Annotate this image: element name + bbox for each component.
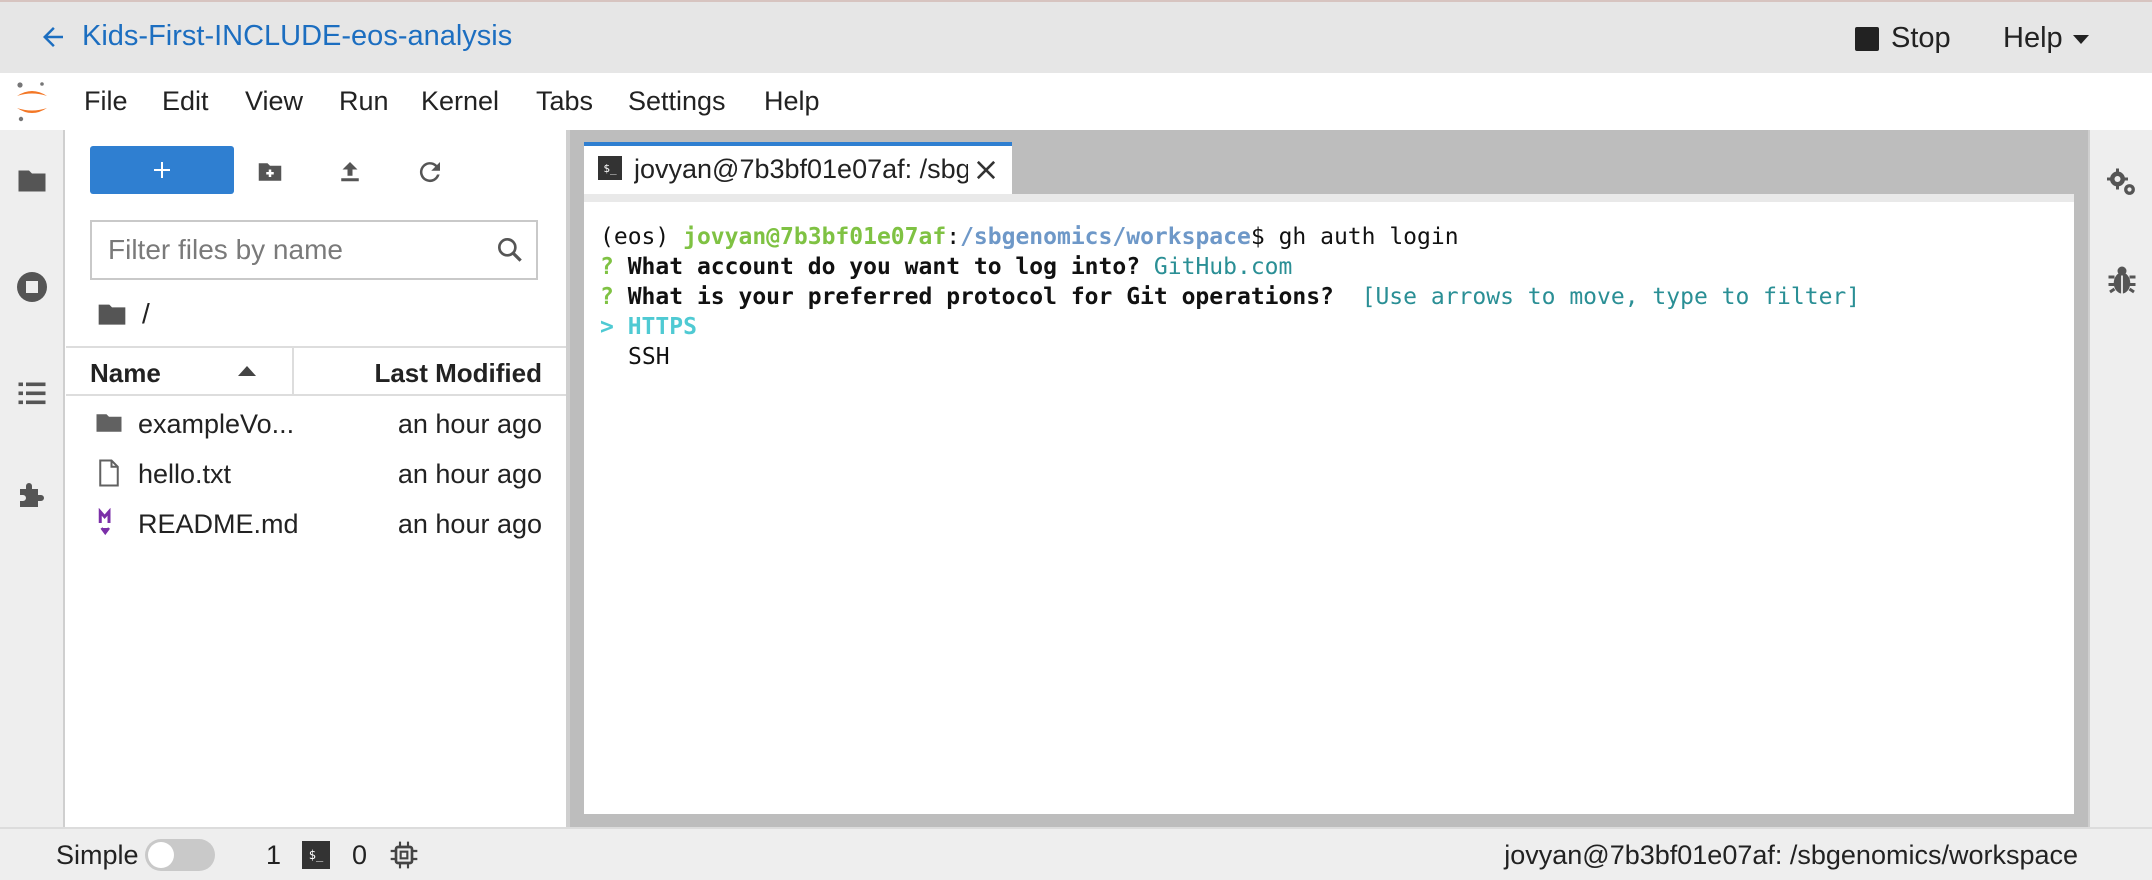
toggle-knob [148, 842, 174, 868]
hint-text: [Use arrows to move, type to filter] [1361, 284, 1861, 310]
status-terminal-path: jovyan@7b3bf01e07af: /sbgenomics/workspa… [1504, 840, 2078, 870]
search-icon [498, 238, 522, 262]
project-title: Kids-First-INCLUDE-eos-analysis [82, 20, 513, 52]
new-folder-button[interactable] [254, 156, 286, 188]
conda-env: (eos) [600, 224, 684, 250]
menu-edit[interactable]: Edit [162, 86, 209, 117]
right-sidebar-tabs [2088, 130, 2152, 827]
upload-button[interactable] [334, 156, 366, 188]
jupyter-logo-icon [17, 82, 47, 122]
plus-icon [154, 162, 170, 178]
prompt-separator: : [946, 224, 961, 250]
menu-file[interactable]: File [84, 86, 128, 117]
top-bar: Kids-First-INCLUDE-eos-analysis Stop Hel… [0, 0, 2152, 73]
file-modified: an hour ago [397, 409, 542, 439]
main-dock-area: $_ jovyan@7b3bf01e07af: /sbgenomics/work… [570, 130, 2088, 827]
back-to-project-link[interactable]: Kids-First-INCLUDE-eos-analysis [38, 20, 512, 53]
terminal-line: SSH [628, 342, 670, 372]
arrow-left-icon [43, 26, 63, 47]
question-text: What account do you want to log into? [627, 254, 1154, 280]
terminal-command: gh auth login [1278, 224, 1459, 250]
refresh-icon [419, 162, 440, 183]
terminal-line: (eos) jovyan@7b3bf01e07af:/sbgenomics/wo… [600, 222, 1459, 252]
terminal-view[interactable]: (eos) jovyan@7b3bf01e07af:/sbgenomics/wo… [584, 194, 2074, 814]
stop-label: Stop [1891, 22, 1951, 54]
left-sidebar-tabs [0, 130, 65, 827]
running-sessions-tab[interactable] [13, 268, 51, 306]
new-launcher-button[interactable] [90, 146, 234, 194]
file-name: exampleVo... [138, 409, 295, 439]
help-dropdown[interactable]: Help [2003, 22, 2089, 55]
breadcrumb[interactable]: / [96, 298, 150, 330]
question-mark: ? [600, 254, 628, 280]
filter-files-input[interactable] [106, 232, 486, 268]
breadcrumb-path: / [142, 298, 150, 329]
filter-box [90, 220, 538, 280]
option-https: HTTPS [627, 314, 697, 340]
refresh-button[interactable] [414, 156, 446, 188]
file-modified: an hour ago [397, 509, 542, 539]
upload-icon [341, 162, 359, 182]
option-ssh: SSH [628, 344, 670, 370]
new-folder-icon [258, 163, 282, 181]
file-browser-panel: / Name Last Modified exampleVo... an hou… [66, 130, 566, 827]
menu-view[interactable]: View [245, 86, 303, 117]
prompt-user-host: jovyan@7b3bf01e07af [683, 224, 947, 250]
terminal-tab[interactable]: $_ jovyan@7b3bf01e07af: /sbgenomics/work… [584, 142, 1012, 194]
table-of-contents-tab[interactable] [13, 374, 51, 412]
markdown-icon [98, 508, 111, 536]
running-kernels-count[interactable]: 0 [352, 840, 367, 871]
close-icon[interactable] [972, 156, 1000, 184]
menu-run[interactable]: Run [339, 86, 389, 117]
file-browser-tab[interactable] [13, 162, 51, 200]
file-list-header: Name Last Modified [66, 346, 566, 396]
sort-ascending-icon [238, 366, 256, 376]
stop-circle-icon [17, 272, 47, 302]
stop-icon [1855, 26, 1879, 51]
extension-manager-tab[interactable] [13, 476, 51, 514]
selection-cursor: > [600, 314, 628, 340]
file-row[interactable]: README.md an hour ago [66, 500, 566, 548]
property-inspector-gears-icon[interactable] [2104, 164, 2140, 200]
status-bar: Simple 1 $_ 0 jovyan@7b3bf01e07af: /sbge… [0, 827, 2152, 880]
folder-icon [18, 170, 46, 192]
menu-bar [0, 73, 2152, 130]
menu-help[interactable]: Help [764, 86, 820, 117]
menu-tabs[interactable]: Tabs [536, 86, 593, 117]
terminal-line: > HTTPS [600, 312, 697, 342]
file-name: hello.txt [138, 459, 232, 489]
folder-icon [98, 304, 126, 325]
help-label: Help [2003, 22, 2063, 54]
running-terminals-count[interactable]: 1 [266, 840, 281, 871]
kernel-chip-icon [390, 841, 418, 869]
terminal-line: ? What is your preferred protocol for Gi… [600, 282, 1860, 312]
puzzle-icon [20, 483, 44, 507]
prompt-path: /sbgenomics/workspace [960, 224, 1251, 250]
simple-mode-label: Simple [56, 840, 139, 870]
debugger-bug-icon[interactable] [2104, 262, 2140, 298]
terminal-tab-label: jovyan@7b3bf01e07af: /sbgenomics/workspa… [634, 154, 968, 184]
terminal-line: ? What account do you want to log into? … [600, 252, 1292, 282]
column-header-name[interactable]: Name [90, 358, 161, 389]
list-icon [18, 382, 46, 405]
question-text: What is your preferred protocol for Git … [627, 284, 1362, 310]
file-row[interactable]: exampleVo... an hour ago [66, 400, 566, 448]
column-divider [292, 348, 294, 396]
prompt-symbol: $ [1250, 224, 1279, 250]
column-header-last-modified[interactable]: Last Modified [374, 358, 542, 389]
answer-text: GitHub.com [1153, 254, 1293, 280]
question-mark: ? [600, 284, 628, 310]
file-name: README.md [138, 509, 299, 539]
file-row[interactable]: hello.txt an hour ago [66, 450, 566, 498]
menu-settings[interactable]: Settings [628, 86, 726, 117]
terminal-icon: $_ [598, 156, 622, 180]
terminal-icon: $_ [302, 841, 330, 869]
file-modified: an hour ago [397, 459, 542, 489]
folder-icon [96, 414, 122, 432]
menu-kernel[interactable]: Kernel [421, 86, 499, 117]
file-icon [99, 459, 119, 487]
stop-button[interactable]: Stop [1855, 22, 1951, 55]
simple-mode-toggle[interactable] [145, 839, 215, 871]
caret-down-icon [2072, 35, 2089, 44]
